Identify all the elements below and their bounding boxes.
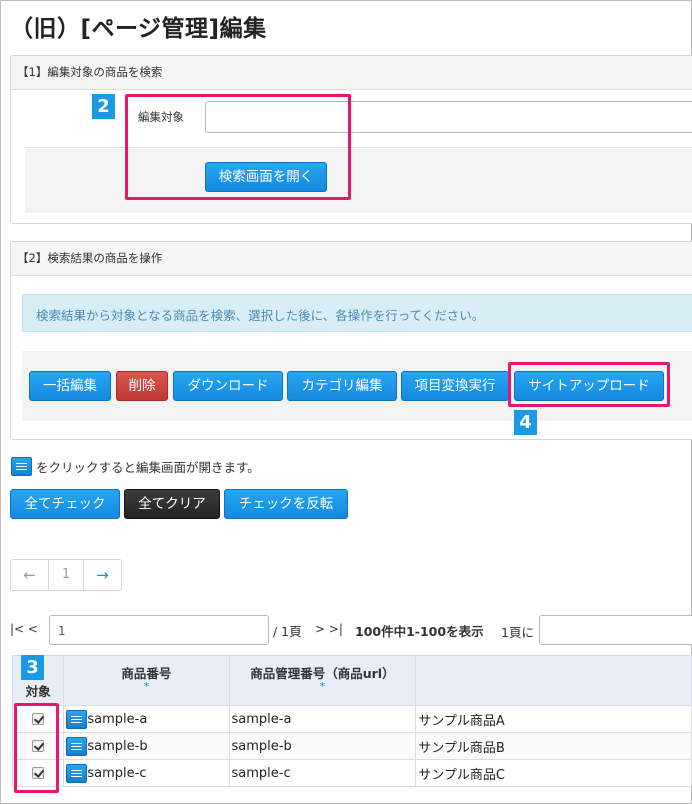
product-no: sample-b	[87, 738, 148, 754]
col-product-no[interactable]: 商品番号 *	[63, 655, 230, 706]
result-summary: 100件中1-100を表示	[355, 624, 484, 639]
callout-box-3	[14, 703, 59, 793]
total-pages: / 1頁	[273, 624, 302, 639]
edit-doc-icon	[11, 457, 32, 476]
clear-all-button[interactable]: 全てクリア	[124, 489, 220, 519]
callout-number-3: 3	[21, 655, 44, 680]
last-page-link[interactable]: > >|	[315, 622, 343, 636]
page-number-input[interactable]: 1	[49, 615, 269, 645]
product-no: sample-a	[87, 711, 148, 727]
pager: ← 1 →	[10, 559, 122, 591]
product-table: 対象 商品番号 * 商品管理番号（商品url） * sample-a sample-…	[11, 655, 692, 787]
pager-prev[interactable]: ←	[11, 560, 49, 590]
info-alert: 検索結果から対象となる商品を検索、選択した後に、各操作を行ってください。	[22, 294, 692, 332]
item-convert-button[interactable]: 項目変換実行	[401, 371, 509, 401]
download-button[interactable]: ダウンロード	[173, 371, 283, 401]
per-page-input[interactable]	[539, 615, 692, 645]
page-title: （旧）[ページ管理]編集	[10, 16, 267, 42]
panel-heading: 【2】検索結果の商品を操作	[11, 242, 692, 276]
edit-doc-icon[interactable]	[66, 709, 88, 729]
pager-next[interactable]: →	[84, 560, 121, 590]
manage-no: sample-b	[228, 732, 417, 760]
callout-box-2	[125, 94, 351, 200]
check-all-button[interactable]: 全てチェック	[10, 489, 120, 519]
callout-number-4: 4	[514, 410, 537, 435]
hint-text: をクリックすると編集画面が開きます。	[35, 460, 260, 475]
col-manage-no[interactable]: 商品管理番号（商品url） *	[228, 655, 417, 706]
table-row: sample-c sample-c サンプル商品C	[11, 759, 692, 787]
callout-box-4	[508, 362, 670, 407]
product-no: sample-c	[87, 765, 147, 781]
bulk-edit-button[interactable]: 一括編集	[29, 371, 111, 401]
search-target-panel: 【1】編集対象の商品を検索 編集対象	[10, 55, 692, 224]
per-page-label: 1頁に	[501, 625, 534, 640]
edit-doc-icon[interactable]	[66, 763, 88, 783]
edit-doc-icon[interactable]	[66, 736, 88, 756]
delete-button[interactable]: 削除	[116, 371, 168, 401]
product-name: サンプル商品B	[415, 732, 692, 760]
invert-check-button[interactable]: チェックを反転	[224, 489, 348, 519]
table-row: sample-b sample-b サンプル商品B	[11, 732, 692, 760]
table-row: sample-a sample-a サンプル商品A	[11, 705, 692, 733]
category-edit-button[interactable]: カテゴリ編集	[287, 371, 397, 401]
sort-marker[interactable]: *	[64, 681, 228, 692]
manage-no: sample-c	[228, 759, 417, 787]
col-product-name	[415, 655, 692, 706]
callout-number-2: 2	[92, 94, 115, 119]
product-name: サンプル商品C	[415, 759, 692, 787]
panel-heading: 【1】編集対象の商品を検索	[11, 56, 692, 90]
first-page-link[interactable]: |< <	[10, 622, 38, 636]
operation-panel: 【2】検索結果の商品を操作 検索結果から対象となる商品を検索、選択した後に、各操…	[10, 241, 692, 440]
hint-line: をクリックすると編集画面が開きます。	[11, 457, 260, 476]
sort-marker[interactable]: *	[230, 681, 416, 692]
product-name: サンプル商品A	[415, 705, 692, 733]
pager-current[interactable]: 1	[49, 560, 84, 590]
manage-no: sample-a	[228, 705, 417, 733]
info-text: 検索結果から対象となる商品を検索、選択した後に、各操作を行ってください。	[36, 308, 485, 323]
